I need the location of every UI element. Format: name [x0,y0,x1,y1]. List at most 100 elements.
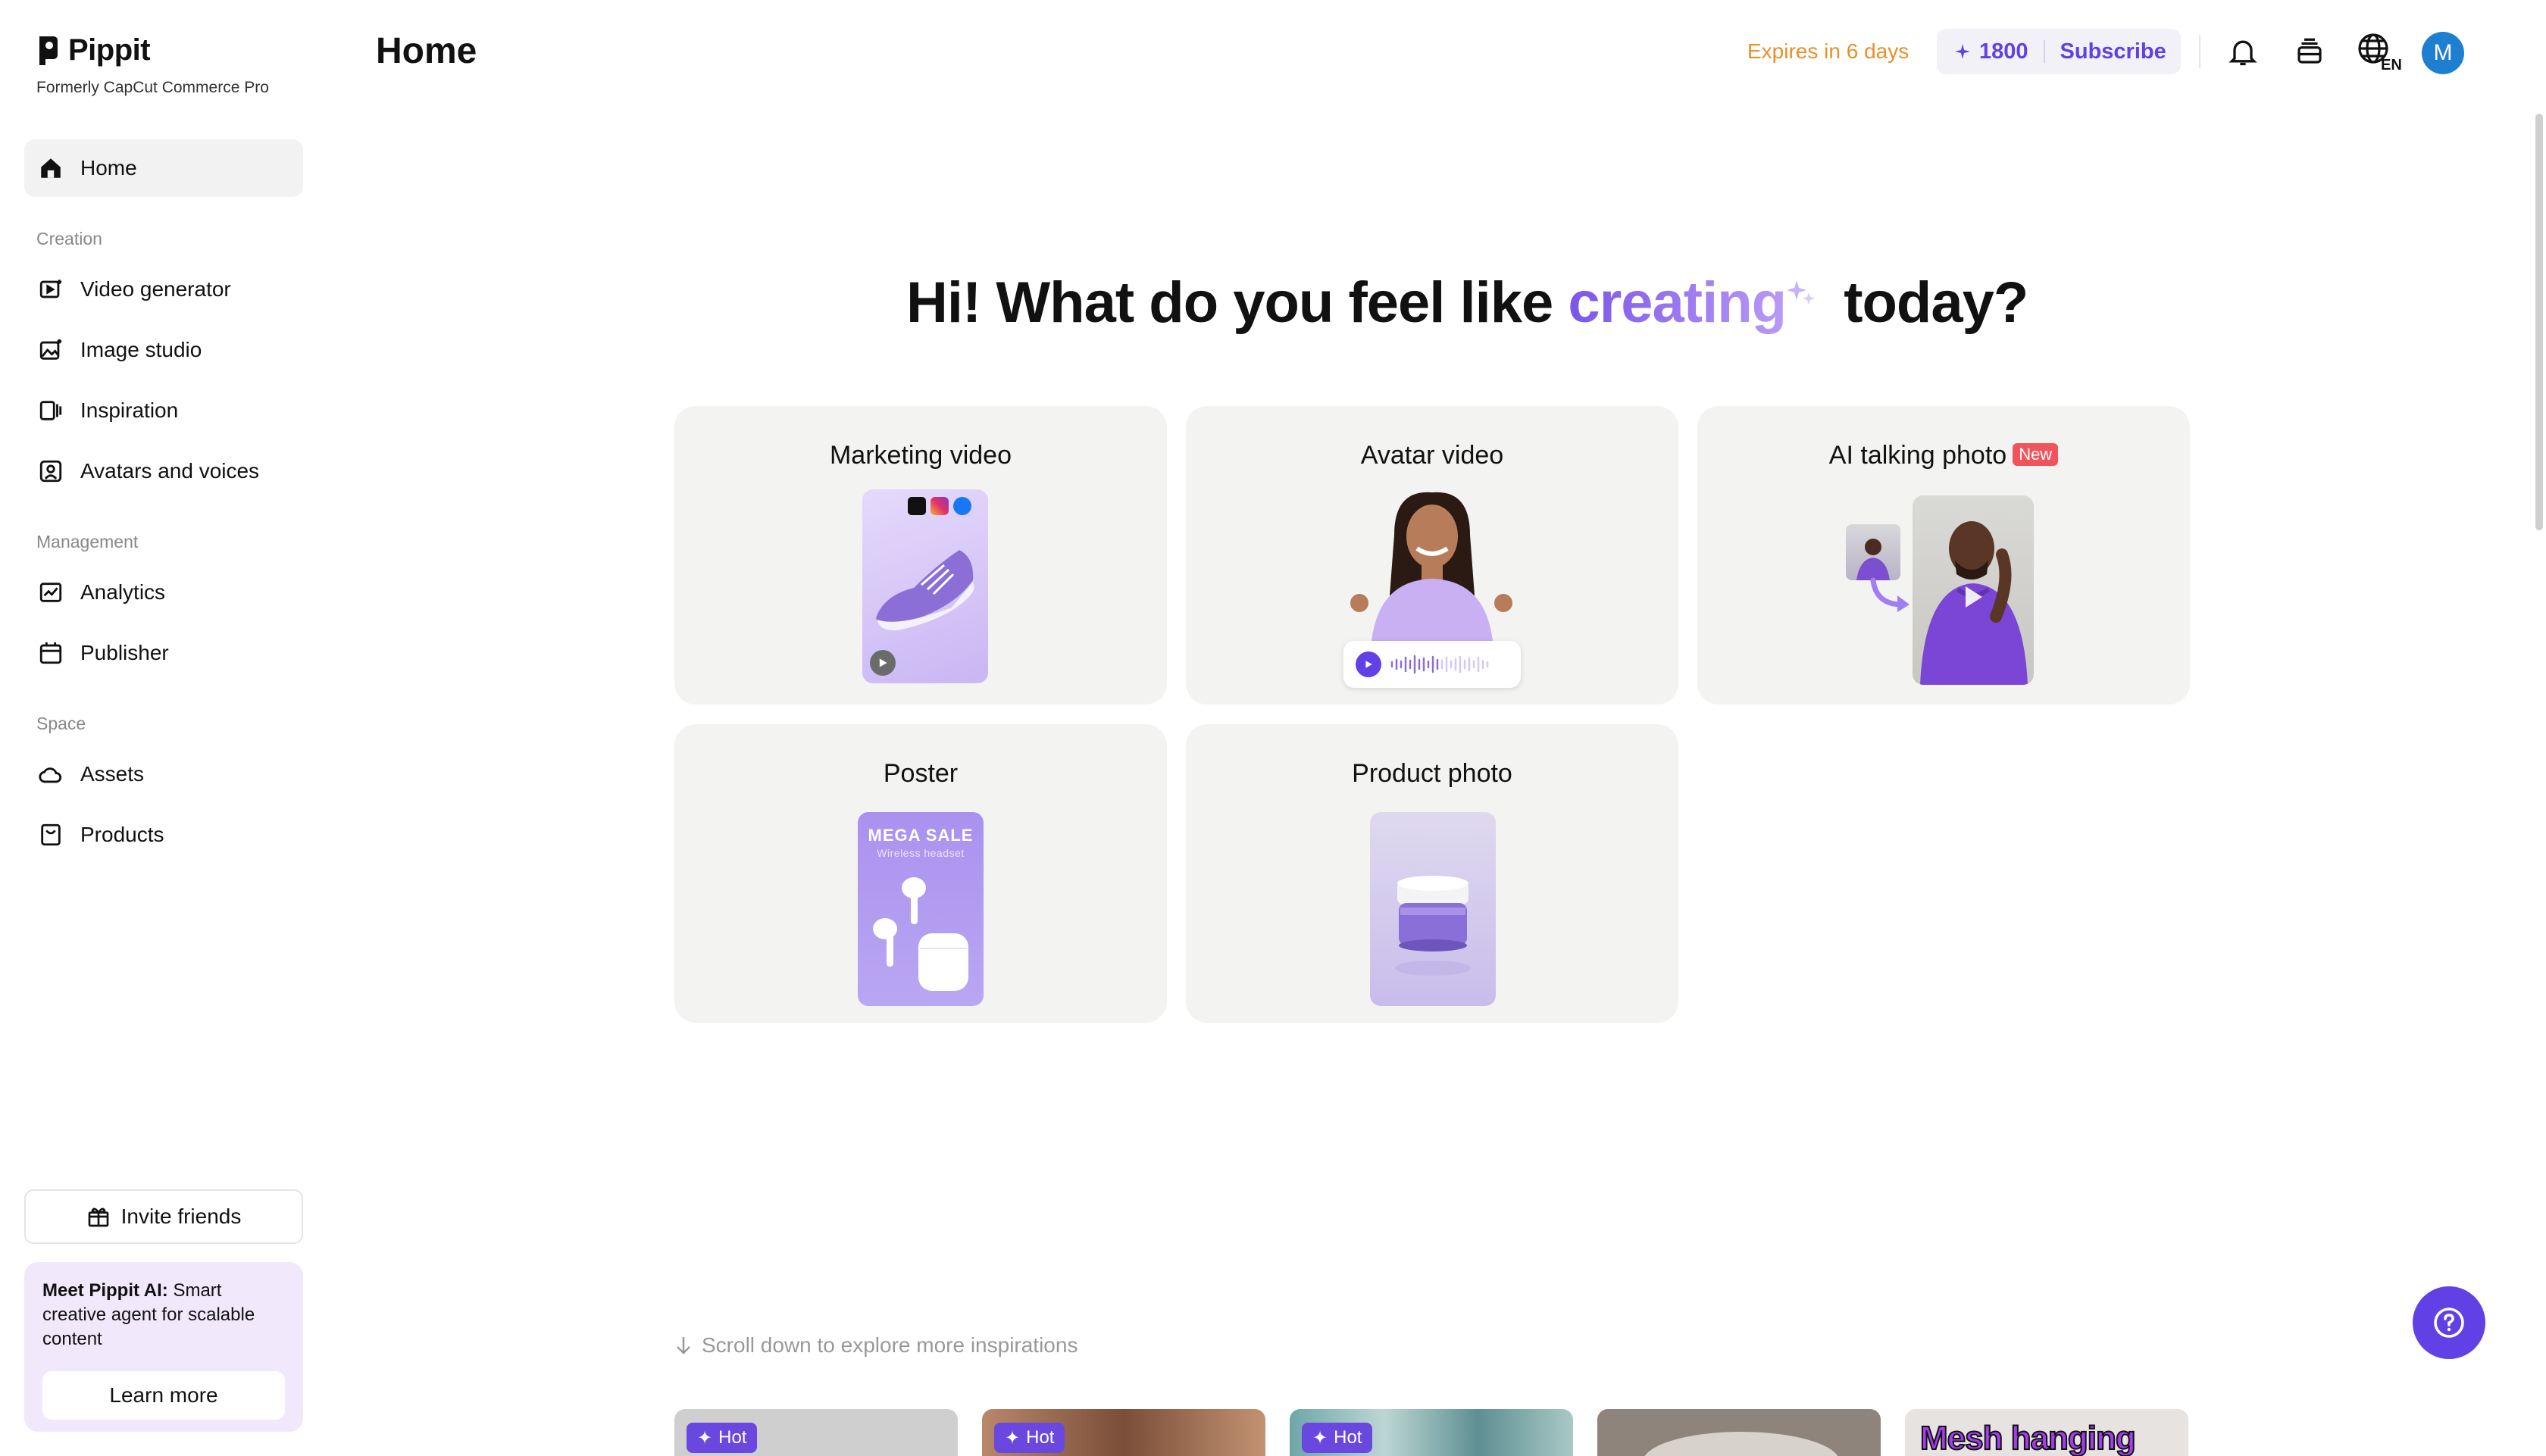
card-title: AI talking photo New [1697,441,2190,470]
card-avatar-video[interactable]: Avatar video [1186,406,1678,705]
help-button[interactable] [2413,1286,2485,1359]
instagram-icon [931,497,949,515]
sidebar-item-products[interactable]: Products [24,806,303,864]
arrow-icon [1870,577,1910,612]
sidebar-item-label: Publisher [80,641,169,664]
question-icon [2434,1308,2464,1338]
layers-icon[interactable] [2291,33,2328,70]
sidebar-item-inspiration[interactable]: Inspiration [24,382,303,439]
scroll-hint: Scroll down to explore more inspirations [674,1333,1078,1358]
card-title: Product photo [1352,759,1512,788]
avatar-voices-icon [36,457,65,486]
header-divider [2199,35,2200,68]
section-label-management: Management [36,532,139,551]
subscribe-button[interactable]: Subscribe [2060,39,2166,64]
hot-badge: ✦ Hot [994,1423,1065,1453]
product-photo-thumbnail [1370,812,1496,1006]
sneaker-image [876,550,974,631]
sidebar-item-label: Image studio [80,338,202,361]
tiktok-icon [908,497,926,515]
sparkle-icon: ✦ [1312,1427,1328,1448]
inspiration-icon [36,396,65,425]
sidebar: Pippit Formerly CapCut Commerce Pro Home… [0,0,318,1456]
tile-caption: Mesh hanging [1919,1419,2137,1456]
card-title: Avatar video [1360,441,1504,470]
product-box-icon [36,820,65,849]
scrollbar[interactable] [2535,114,2543,530]
sidebar-item-home[interactable]: Home [24,139,303,197]
inspiration-tile[interactable]: ✦ Hot [982,1409,1265,1456]
image-studio-icon [36,336,65,364]
user-avatar[interactable]: M [2422,32,2464,74]
app-subtitle: Formerly CapCut Commerce Pro [36,79,269,96]
credits-count: 1800 [1979,39,2028,64]
sidebar-item-image-studio[interactable]: Image studio [24,321,303,379]
divider [2043,40,2045,63]
home-icon [36,154,65,183]
arrow-down-icon [677,1337,690,1354]
card-ai-talking-photo[interactable]: AI talking photo New [1697,406,2190,705]
sidebar-item-assets[interactable]: Assets [24,745,303,803]
language-icon[interactable]: EN [2357,33,2405,71]
poster-thumbnail: MEGA SALE Wireless headset [858,812,984,1006]
pippit-logo-icon [39,36,58,65]
voice-waveform-player [1343,641,1521,688]
analytics-icon [36,578,65,607]
hot-badge: ✦ Hot [687,1423,758,1453]
sidebar-item-publisher[interactable]: Publisher [24,624,303,682]
credits-subscribe-pill[interactable]: 1800 Subscribe [1937,29,2181,74]
tile-image-detail [1643,1432,1840,1456]
sidebar-item-avatars-and-voices[interactable]: Avatars and voices [24,442,303,500]
card-product-photo[interactable]: Product photo [1186,724,1678,1023]
section-label-creation: Creation [36,229,102,248]
invite-label: Invite friends [120,1204,242,1228]
marketing-video-thumbnail [862,489,988,683]
inspiration-tile[interactable]: ✦ Hot [674,1409,958,1456]
logo[interactable]: Pippit [36,33,151,67]
cloud-icon [36,760,65,789]
earbuds-image [873,877,968,991]
sidebar-item-video-generator[interactable]: Video generator [24,261,303,318]
hero-heading: Hi! What do you feel like creating today… [906,270,2028,335]
card-poster[interactable]: Poster MEGA SALE Wireless headset [674,724,1167,1023]
sidebar-item-label: Home [80,156,137,180]
poster-subline: Wireless headset [877,847,965,859]
card-title: Marketing video [829,441,1012,470]
inspiration-tile[interactable]: Mesh hanging [1905,1409,2188,1456]
card-marketing-video[interactable]: Marketing video [674,406,1167,705]
promo-text: Meet Pippit AI: Smart creative agent for… [42,1280,255,1349]
sparkle-icon: ✦ [1005,1427,1021,1448]
inspiration-tile[interactable] [1597,1409,1881,1456]
waveform-icon [1390,655,1489,674]
sparkle-icon: ✦ [697,1427,713,1448]
source-photo-thumbnail [1846,524,1900,580]
sidebar-item-label: Inspiration [80,398,179,422]
sparkle-icon [1787,280,1816,305]
sidebar-item-label: Avatars and voices [80,459,260,483]
invite-friends-button[interactable]: Invite friends [24,1189,303,1244]
sidebar-item-label: Video generator [80,277,231,301]
talking-photo-thumbnail [1913,495,2034,685]
svg-text:EN: EN [2381,57,2402,71]
play-icon [1356,651,1381,677]
sparkle-icon [1955,44,1970,59]
new-badge: New [2013,443,2059,467]
page-title: Home [376,31,477,71]
app-name: Pippit [68,33,151,67]
expiry-notice: Expires in 6 days [1747,39,1910,63]
inspiration-tile[interactable]: ✦ Hot [1290,1409,1573,1456]
sidebar-item-label: Analytics [80,580,166,604]
facebook-icon [953,497,971,515]
hot-badge: ✦ Hot [1302,1423,1373,1453]
section-label-space: Space [36,714,86,733]
bell-icon[interactable] [2225,33,2261,70]
cream-jar-image [1395,876,1471,976]
learn-more-button[interactable]: Learn more [42,1371,285,1420]
poster-headline: MEGA SALE [868,826,974,845]
avatar-woman-image [1350,492,1512,641]
video-generator-icon [36,275,65,304]
calendar-icon [36,639,65,667]
play-icon [870,650,896,676]
sidebar-item-label: Products [80,823,164,846]
sidebar-item-analytics[interactable]: Analytics [24,564,303,621]
